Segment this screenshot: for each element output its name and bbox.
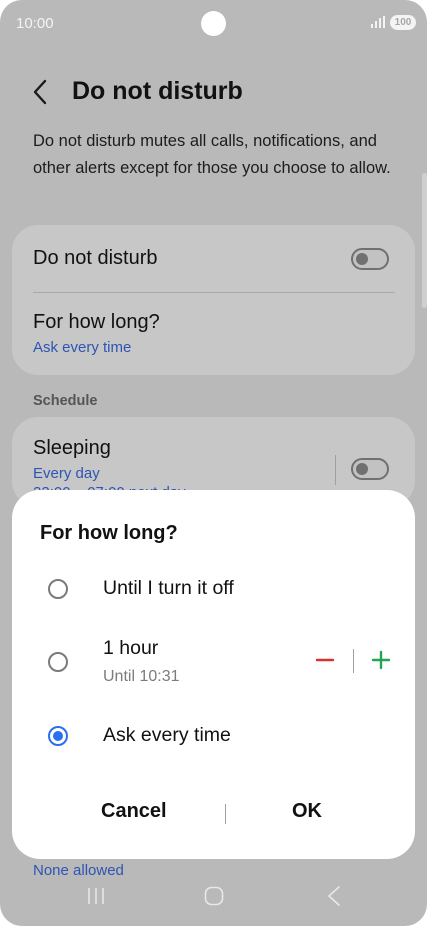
back-arrow-icon[interactable]	[30, 78, 52, 106]
dnd-settings-card: Do not disturb For how long? Ask every t…	[12, 225, 415, 375]
description-text: Do not disturb mutes all calls, notifica…	[33, 132, 391, 177]
scrollbar[interactable]	[422, 173, 427, 308]
option-label: Until I turn it off	[103, 577, 234, 599]
header: Do not disturb	[0, 70, 427, 114]
dialog-title: For how long?	[40, 522, 178, 544]
schedule-section-label: Schedule	[33, 393, 98, 409]
sleeping-toggle[interactable]	[351, 458, 389, 480]
page-title: Do not disturb	[72, 77, 243, 105]
for-how-long-value: Ask every time	[33, 339, 132, 356]
for-how-long-label: For how long?	[33, 311, 160, 333]
ok-button[interactable]: OK	[292, 800, 322, 823]
option-ask-every-time[interactable]: Ask every time	[12, 708, 415, 766]
radio-button[interactable]	[48, 579, 68, 599]
dnd-toggle-label: Do not disturb	[33, 247, 158, 269]
plus-icon[interactable]	[371, 650, 391, 670]
option-label: Ask every time	[103, 724, 231, 746]
option-sub-label: Until 10:31	[103, 668, 180, 685]
divider	[353, 649, 354, 673]
sleeping-title: Sleeping	[33, 437, 111, 459]
battery-icon: 100	[390, 15, 416, 30]
sleeping-days: Every day	[33, 465, 100, 482]
dnd-toggle[interactable]	[351, 248, 389, 270]
option-until-turn-off[interactable]: Until I turn it off	[12, 560, 415, 618]
recent-apps-icon[interactable]	[86, 886, 106, 906]
divider	[335, 455, 336, 485]
nav-back-icon[interactable]	[326, 885, 342, 907]
minus-icon[interactable]	[315, 649, 335, 671]
status-time: 10:00	[16, 15, 54, 32]
phone-screen: 10:00 100 Do not disturb Do not disturb …	[0, 0, 427, 926]
radio-button-selected[interactable]	[48, 726, 68, 746]
navigation-bar	[0, 876, 427, 920]
cancel-button[interactable]: Cancel	[101, 800, 167, 823]
option-label: 1 hour	[103, 637, 159, 659]
divider	[33, 292, 395, 293]
status-bar: 10:00 100	[0, 0, 427, 48]
camera-cutout	[201, 11, 226, 36]
signal-icon	[371, 16, 385, 28]
divider	[225, 804, 226, 824]
home-icon[interactable]	[204, 886, 224, 906]
option-1-hour[interactable]: 1 hour Until 10:31	[12, 625, 415, 700]
radio-button[interactable]	[48, 652, 68, 672]
for-how-long-dialog: For how long? Until I turn it off 1 hour…	[12, 490, 415, 859]
